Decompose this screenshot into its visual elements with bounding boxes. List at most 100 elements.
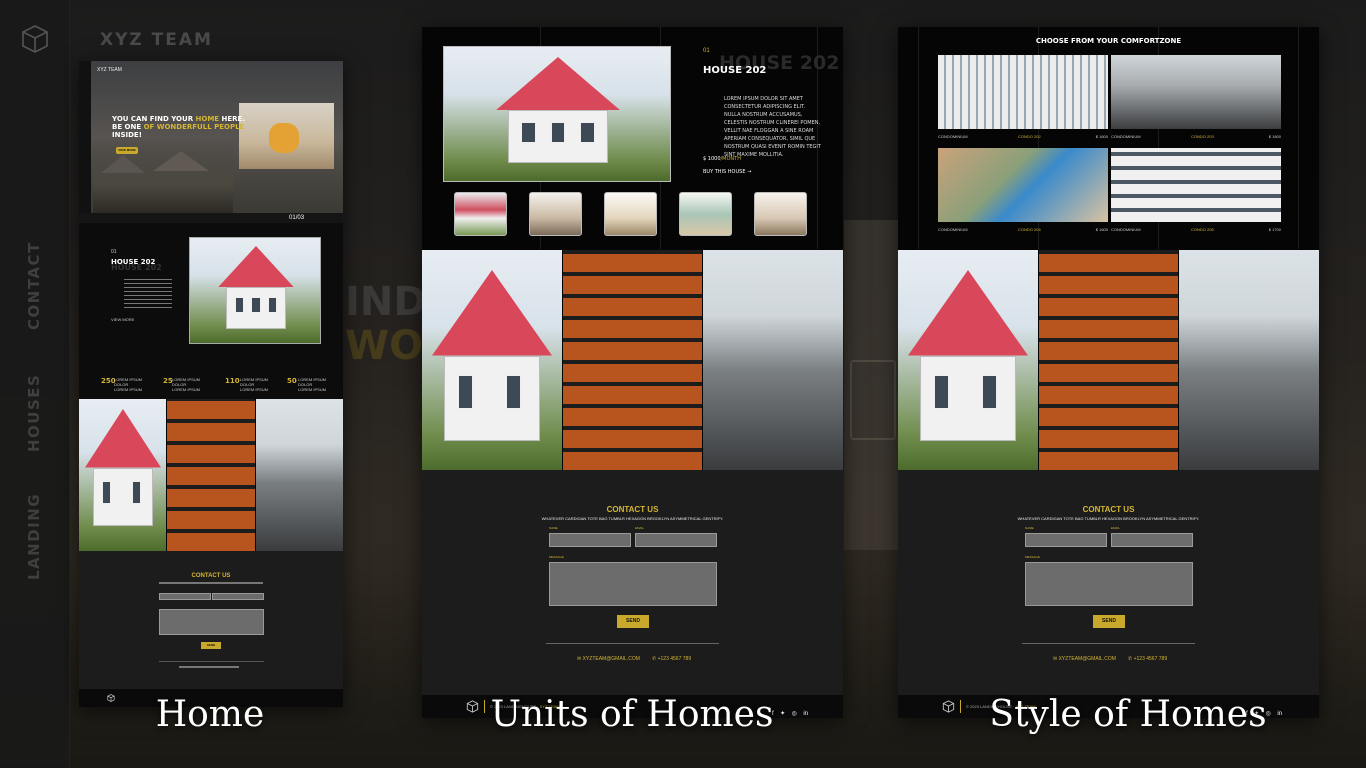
stat-label: LOREM IPSUM DOLOR LOREM IPSUM	[172, 377, 201, 392]
gallery-house-photo	[898, 250, 1039, 470]
condo-photo-205[interactable]	[1111, 148, 1281, 222]
gallery-building-photo	[1038, 250, 1180, 470]
style-contact: CONTACT US WHATEVER CARDIGAN TOTE BAG TU…	[898, 470, 1319, 695]
condo-caption: CONDOMINIUM CONDO 202 $ 1600	[938, 134, 1108, 139]
instagram-icon[interactable]: ◎	[792, 710, 797, 717]
sidebar-item-contact[interactable]: CONTACT	[25, 241, 43, 330]
home-contact-sub	[159, 582, 263, 584]
mail-icon: ✉	[577, 656, 582, 662]
thumbnail-kitchen[interactable]	[604, 192, 657, 236]
gallery-building-photo	[562, 250, 704, 470]
home-message-field[interactable]	[159, 609, 264, 635]
stat-label: LOREM IPSUM DOLOR LOREM IPSUM	[298, 377, 327, 392]
home-mini-sidebar	[79, 61, 91, 213]
style-email-info: ✉ XYZTEAM@GMAIL.COM	[1053, 656, 1116, 662]
home-gallery	[79, 399, 343, 551]
condo-photo-203[interactable]	[1111, 55, 1281, 129]
stat-label: LOREM IPSUM DOLOR LOREM IPSUM	[240, 377, 269, 392]
thumbnail-bedroom[interactable]	[754, 192, 807, 236]
home-feature-title: HOUSE 202	[111, 258, 156, 266]
units-message-field[interactable]	[549, 562, 717, 606]
house-illustration	[496, 57, 620, 175]
style-message-field[interactable]	[1025, 562, 1193, 606]
gallery-street-photo	[1179, 250, 1319, 470]
units-name-field[interactable]	[549, 533, 631, 547]
gallery-street-photo	[255, 399, 343, 551]
units-price: $ 1000/MONTH	[703, 156, 741, 162]
condo-caption: CONDOMINIUM CONDO 203 $ 1800	[1111, 134, 1281, 139]
sidebar-item-landing[interactable]: LANDING	[25, 493, 43, 580]
home-mockup: XYZ TEAM YOU CAN FIND YOUR HOME HERE. BE…	[79, 61, 343, 707]
cube-logo-icon	[466, 700, 479, 713]
brand-title: XYZ TEAM	[100, 30, 213, 50]
condo-caption: CONDOMINIUM CONDO 205 $ 1700	[1111, 227, 1281, 232]
caption-units: Units of Homes	[490, 694, 774, 735]
thumbnail-living[interactable]	[679, 192, 732, 236]
condo-photo-202[interactable]	[938, 55, 1108, 129]
gallery-building-photo	[167, 399, 256, 551]
style-phone-info: ✆ +123 4567 789	[1128, 656, 1168, 662]
cube-logo-icon[interactable]	[20, 24, 50, 54]
style-name-field[interactable]	[1025, 533, 1107, 547]
home-feature-photo	[189, 237, 321, 344]
thumbnail-exterior[interactable]	[454, 192, 507, 236]
mail-icon: ✉	[1053, 656, 1058, 662]
thumbnail-dining[interactable]	[529, 192, 582, 236]
email-label: EMAIL	[1111, 526, 1121, 530]
footer-separator	[960, 700, 961, 713]
units-email-field[interactable]	[635, 533, 717, 547]
message-label: MESSAGE	[1025, 555, 1040, 559]
home-contact: CONTACT US SEND	[79, 551, 343, 689]
home-slider-counter: 01/03	[289, 215, 305, 221]
condo-caption: CONDOMINIUM CONDO 204 $ 1600	[938, 227, 1108, 232]
divider	[546, 643, 719, 644]
style-email-field[interactable]	[1111, 533, 1193, 547]
stat-number: 50	[287, 377, 297, 385]
condo-photo-204[interactable]	[938, 148, 1108, 222]
email-label: EMAIL	[635, 526, 645, 530]
home-email-field[interactable]	[212, 593, 264, 600]
sidebar-item-houses[interactable]: HOUSES	[25, 374, 43, 452]
style-gallery	[898, 250, 1319, 470]
home-brand: XYZ TEAM	[97, 67, 122, 73]
grid-line	[918, 27, 919, 249]
units-contact: CONTACT US WHATEVER CARDIGAN TOTE BAG TU…	[422, 470, 843, 695]
home-feature: 01 HOUSE 202 HOUSE 202 VIEW MORE 250 LOR…	[79, 223, 343, 399]
home-slider-strip: 01/03	[79, 213, 343, 223]
home-hero: XYZ TEAM YOU CAN FIND YOUR HOME HERE. BE…	[79, 61, 343, 213]
home-feature-text	[124, 279, 172, 309]
sidebar: CONTACT HOUSES LANDING	[0, 0, 70, 768]
cube-logo-icon	[942, 700, 955, 713]
units-description: LOREM IPSUM DOLOR SIT AMET CONSECTETUR A…	[724, 96, 821, 158]
units-num: 01	[703, 48, 710, 54]
name-label: NAME	[1025, 526, 1034, 530]
home-hero-headline: YOU CAN FIND YOUR HOME HERE. BE ONE OF W…	[112, 115, 245, 139]
units-contact-subtitle: WHATEVER CARDIGAN TOTE BAG TUMBLR HEXAGO…	[541, 516, 724, 521]
units-buy-link[interactable]: BUY THIS HOUSE →	[703, 169, 751, 175]
message-label: MESSAGE	[549, 555, 564, 559]
units-main-photo	[443, 46, 671, 182]
home-hero-houses	[93, 141, 233, 213]
gallery-street-photo	[703, 250, 843, 470]
home-name-field[interactable]	[159, 593, 211, 600]
home-hero-photo	[239, 103, 334, 169]
home-contact-title: CONTACT US	[191, 573, 231, 579]
caption-style: Style of Homes	[989, 694, 1267, 735]
caption-home: Home	[155, 694, 265, 735]
gallery-house-photo	[79, 399, 168, 551]
home-contact-info	[179, 666, 239, 668]
units-send-button[interactable]: SEND	[617, 615, 649, 628]
home-stats: 250 LOREM IPSUM DOLOR LOREM IPSUM 25 LOR…	[79, 375, 343, 399]
home-feature-link[interactable]: VIEW MORE	[111, 317, 134, 323]
units-gallery	[422, 250, 843, 470]
units-contact-title: CONTACT US	[606, 505, 659, 514]
phone-icon: ✆	[1128, 656, 1133, 662]
divider	[1022, 643, 1195, 644]
units-mockup: 01 HOUSE 202 HOUSE 202 LOREM IPSUM DOLOR…	[422, 27, 843, 718]
linkedin-icon[interactable]: in	[803, 711, 808, 717]
home-send-button[interactable]: SEND	[201, 642, 221, 649]
home-hero-button[interactable]: VIEW MORE	[116, 147, 138, 154]
style-mockup: CHOOSE FROM YOUR COMFORTZONE CONDOMINIUM…	[898, 27, 1319, 718]
style-send-button[interactable]: SEND	[1093, 615, 1125, 628]
style-heading: CHOOSE FROM YOUR COMFORTZONE	[1035, 37, 1182, 45]
